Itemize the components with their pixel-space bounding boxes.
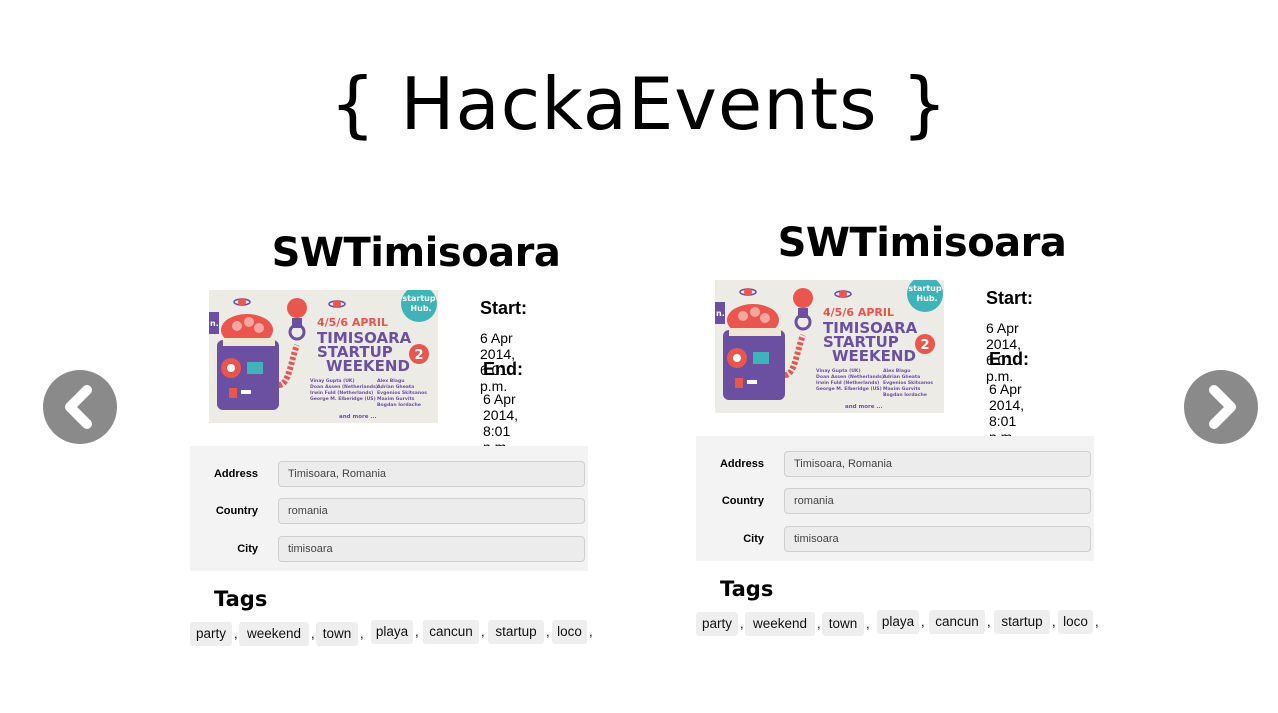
tags-heading: Tags bbox=[214, 587, 268, 611]
svg-text:Adrian Gheata: Adrian Gheata bbox=[377, 384, 414, 390]
city-row: City bbox=[190, 536, 588, 566]
tag-separator: , bbox=[481, 624, 485, 639]
end-label: End: bbox=[483, 359, 523, 379]
event-poster-image: n. startup Hub. 4/5/6 APRIL TIMISOARA ST… bbox=[209, 290, 438, 423]
city-field[interactable] bbox=[784, 526, 1091, 552]
svg-text:2: 2 bbox=[920, 338, 929, 353]
tag-party[interactable]: party bbox=[696, 612, 738, 636]
tag-town[interactable]: town bbox=[822, 612, 864, 636]
city-label: City bbox=[237, 543, 258, 555]
svg-text:4/5/6 APRIL: 4/5/6 APRIL bbox=[823, 306, 894, 319]
tag-loco[interactable]: loco bbox=[552, 620, 587, 644]
svg-text:Alex Blagu: Alex Blagu bbox=[883, 368, 911, 374]
svg-text:2: 2 bbox=[414, 348, 423, 363]
tag-startup[interactable]: startup bbox=[994, 610, 1050, 634]
svg-text:and more ...: and more ... bbox=[845, 404, 883, 410]
tag-cancun[interactable]: cancun bbox=[929, 610, 985, 634]
country-row: Country bbox=[696, 488, 1094, 518]
tag-list: party, weekend, town, playa, cancun, startup,… bbox=[696, 610, 1106, 636]
svg-text:Irwin Fuld (Netherlands): Irwin Fuld (Netherlands) bbox=[816, 380, 879, 386]
address-field[interactable] bbox=[278, 461, 585, 487]
start-label: Start: bbox=[480, 298, 528, 318]
app-title: { HackaEvents } bbox=[329, 62, 949, 146]
svg-text:WEEKEND: WEEKEND bbox=[832, 347, 916, 365]
tag-loco[interactable]: loco bbox=[1058, 610, 1093, 634]
address-label: Address bbox=[213, 468, 258, 480]
tag-separator: , bbox=[987, 614, 991, 629]
tag-separator: , bbox=[311, 626, 315, 641]
tag-cancun[interactable]: cancun bbox=[423, 620, 479, 644]
location-panel: Address Country City bbox=[190, 446, 588, 571]
svg-text:Vinay Gupta (UK): Vinay Gupta (UK) bbox=[310, 378, 355, 384]
previous-button[interactable] bbox=[43, 370, 117, 444]
tag-separator: , bbox=[1052, 614, 1056, 629]
svg-text:n.: n. bbox=[210, 319, 219, 328]
svg-text:Bogdan Iordache: Bogdan Iordache bbox=[377, 402, 421, 408]
svg-text:Hub.: Hub. bbox=[916, 294, 937, 303]
tag-startup[interactable]: startup bbox=[488, 620, 544, 644]
country-label: Country bbox=[215, 505, 258, 517]
tag-separator: , bbox=[866, 616, 870, 631]
tag-separator: , bbox=[817, 616, 821, 631]
country-row: Country bbox=[190, 498, 588, 528]
svg-text:Evgenios Skitsanos: Evgenios Skitsanos bbox=[377, 390, 427, 396]
tag-separator: , bbox=[360, 626, 364, 641]
tag-separator: , bbox=[234, 626, 238, 641]
chevron-right-icon bbox=[1209, 385, 1236, 429]
svg-text:Adrian Gheata: Adrian Gheata bbox=[883, 374, 920, 380]
tag-list: party, weekend, town, playa, cancun, startup,… bbox=[190, 620, 600, 646]
svg-text:George M. Elberidge (US): George M. Elberidge (US) bbox=[816, 386, 882, 392]
svg-text:startup: startup bbox=[402, 294, 435, 303]
end-label: End: bbox=[989, 349, 1029, 369]
city-field[interactable] bbox=[278, 536, 585, 562]
city-label: City bbox=[743, 533, 764, 545]
tag-separator: , bbox=[546, 624, 550, 639]
svg-text:Hub.: Hub. bbox=[410, 304, 431, 313]
country-label: Country bbox=[721, 495, 764, 507]
address-label: Address bbox=[719, 458, 764, 470]
svg-text:4/5/6 APRIL: 4/5/6 APRIL bbox=[317, 316, 388, 329]
country-field[interactable] bbox=[784, 488, 1091, 514]
svg-text:startup: startup bbox=[908, 284, 941, 293]
address-row: Address bbox=[696, 451, 1094, 481]
tag-playa[interactable]: playa bbox=[371, 620, 413, 644]
tag-party[interactable]: party bbox=[190, 622, 232, 646]
tag-playa[interactable]: playa bbox=[877, 610, 919, 634]
svg-text:George M. Elberidge (US): George M. Elberidge (US) bbox=[310, 396, 376, 402]
svg-text:Doan Assen (Netherlands): Doan Assen (Netherlands) bbox=[310, 384, 378, 390]
address-row: Address bbox=[190, 461, 588, 491]
tag-weekend[interactable]: weekend bbox=[745, 612, 815, 636]
chevron-left-icon bbox=[65, 385, 92, 429]
tag-separator: , bbox=[740, 616, 744, 631]
svg-text:Alex Blagu: Alex Blagu bbox=[377, 378, 405, 384]
event-title: SWTimisoara bbox=[271, 230, 561, 276]
start-label: Start: bbox=[986, 288, 1034, 308]
svg-text:n.: n. bbox=[716, 309, 725, 318]
next-button[interactable] bbox=[1184, 370, 1258, 444]
tag-separator: , bbox=[415, 624, 419, 639]
svg-text:Doan Assen (Netherlands): Doan Assen (Netherlands) bbox=[816, 374, 884, 380]
country-field[interactable] bbox=[278, 498, 585, 524]
tags-heading: Tags bbox=[720, 577, 774, 601]
svg-text:and more ...: and more ... bbox=[339, 414, 377, 420]
tag-town[interactable]: town bbox=[316, 622, 358, 646]
svg-text:Bogdan Iordache: Bogdan Iordache bbox=[883, 392, 927, 398]
svg-text:Maxim Gurvits: Maxim Gurvits bbox=[883, 386, 921, 392]
svg-text:Irwin Fuld (Netherlands): Irwin Fuld (Netherlands) bbox=[310, 390, 373, 396]
svg-text:WEEKEND: WEEKEND bbox=[326, 357, 410, 375]
tag-weekend[interactable]: weekend bbox=[239, 622, 309, 646]
event-title: SWTimisoara bbox=[777, 220, 1067, 266]
tag-separator: , bbox=[1095, 614, 1099, 629]
svg-text:Maxim Gurvits: Maxim Gurvits bbox=[377, 396, 415, 402]
tag-separator: , bbox=[921, 614, 925, 629]
svg-text:Vinay Gupta (UK): Vinay Gupta (UK) bbox=[816, 368, 861, 374]
tag-separator: , bbox=[589, 624, 593, 639]
city-row: City bbox=[696, 526, 1094, 556]
svg-text:Evgenios Skitsanos: Evgenios Skitsanos bbox=[883, 380, 933, 386]
location-panel: Address Country City bbox=[696, 436, 1094, 561]
event-poster-image: n. startup Hub. 4/5/6 APRIL TIMISOARA ST… bbox=[715, 280, 944, 413]
address-field[interactable] bbox=[784, 451, 1091, 477]
